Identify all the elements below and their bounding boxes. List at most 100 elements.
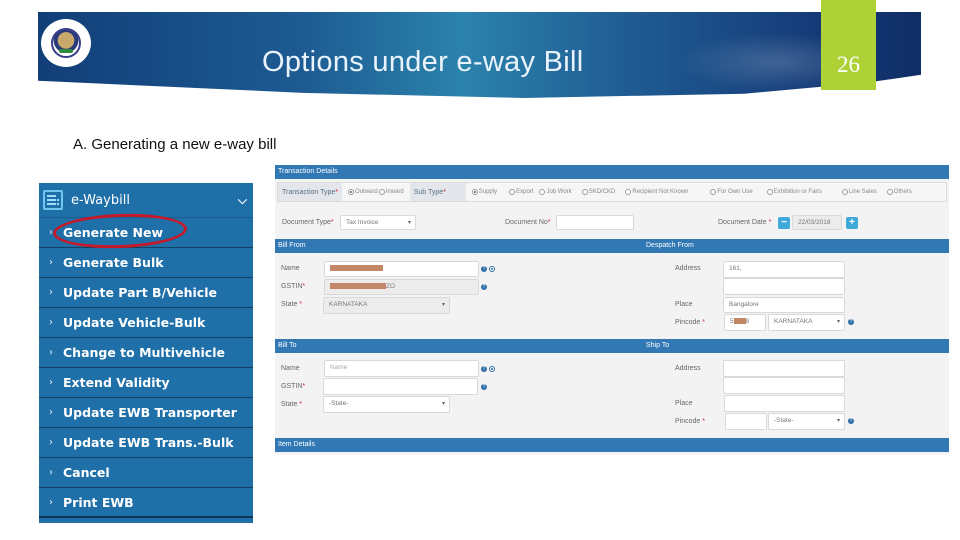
despatch-address-line1[interactable]: 161, <box>723 261 845 278</box>
help-icon[interactable]: ? <box>848 319 854 325</box>
sidebar-item-update-part-b[interactable]: › Update Part B/Vehicle <box>39 278 253 308</box>
ship-to-pincode-label: Pincode * <box>675 418 705 425</box>
radio-recipient-not-known[interactable]: Recipient Not Known <box>625 189 688 195</box>
radio-for-own-use[interactable]: For Own Use <box>710 189 753 195</box>
radio-outward[interactable]: Outward <box>348 189 378 195</box>
sidebar-item-label: Extend Validity <box>63 375 170 390</box>
sidebar-item-generate-bulk[interactable]: › Generate Bulk <box>39 248 253 278</box>
chevron-right-icon: › <box>49 287 53 298</box>
sidebar-item-update-vehicle-bulk[interactable]: › Update Vehicle-Bulk <box>39 308 253 338</box>
despatch-place-input[interactable]: Bangalore <box>723 297 845 313</box>
bill-from-gstin-label: GSTIN* <box>281 283 306 290</box>
bill-to-gstin-input[interactable] <box>323 378 478 395</box>
bill-from-name-input[interactable] <box>324 261 479 277</box>
bill-to-name-input[interactable]: Name <box>324 360 479 377</box>
sidebar-item-cancel[interactable]: › Cancel <box>39 458 253 488</box>
transaction-type-label: Transaction Type * <box>278 183 343 201</box>
despatch-pincode-input[interactable]: 58 <box>724 314 766 331</box>
chevron-right-icon: › <box>49 317 53 328</box>
bill-to-name-label: Name <box>281 365 300 372</box>
sidebar-item-extend-validity[interactable]: › Extend Validity <box>39 368 253 398</box>
view-icon[interactable] <box>489 366 495 372</box>
despatch-state-select[interactable]: KARNATAKA <box>768 314 845 331</box>
help-icon[interactable]: ? <box>848 418 854 424</box>
slide: Options under e-way Bill 26 A. Generatin… <box>0 0 960 540</box>
sidebar-item-label: Update Vehicle-Bulk <box>63 315 206 330</box>
ewaybill-form: Transaction Details Transaction Type * Ou… <box>275 165 949 455</box>
bill-from-gstin-input[interactable]: ZO <box>324 279 479 295</box>
radio-dot <box>378 189 385 195</box>
document-no-label: Document No* <box>505 219 551 226</box>
help-icon[interactable]: ? <box>481 366 487 372</box>
ship-to-place-label: Place <box>675 400 693 407</box>
chevron-down-icon[interactable]: ⌵ <box>238 193 247 208</box>
sidebar-item-label: Print EWB <box>63 494 134 510</box>
ship-to-state-select[interactable]: -State- <box>768 413 845 430</box>
despatch-address-label: Address <box>675 265 701 272</box>
page-number: 26 <box>837 52 860 77</box>
chevron-right-icon: › <box>49 437 53 448</box>
bill-to-gstin-label: GSTIN* <box>281 383 306 390</box>
radio-supply[interactable]: Supply <box>471 189 497 195</box>
help-icon[interactable]: ? <box>481 284 487 290</box>
bill-to-state-label: State * <box>281 401 303 408</box>
transaction-type-row: Transaction Type * Outward Inward Sub Typ… <box>277 182 947 202</box>
document-type-label: Document Type* <box>282 219 334 226</box>
chevron-right-icon: › <box>49 347 53 358</box>
sidebar-item-label: Change to Multivehicle <box>63 345 225 360</box>
sidebar-item-label: Generate Bulk <box>63 255 164 270</box>
radio-skd-ckd[interactable]: SKD/CKD <box>581 189 615 195</box>
help-icon[interactable]: ? <box>481 266 487 272</box>
radio-line-sales[interactable]: Line Sales <box>841 189 877 195</box>
ship-to-pincode-input[interactable] <box>725 413 767 430</box>
radio-dot <box>471 189 478 195</box>
document-no-input[interactable] <box>556 215 634 230</box>
chevron-right-icon: › <box>49 257 53 268</box>
radio-job-work[interactable]: Job Work <box>539 189 572 195</box>
radio-exhibition-fairs[interactable]: Exhibition or Fairs <box>766 189 822 195</box>
document-date-label: Document Date * <box>718 219 772 226</box>
redacted-value <box>330 283 386 290</box>
sidebar-item-update-ewb-trans-bulk[interactable]: › Update EWB Trans.-Bulk <box>39 428 253 458</box>
radio-inward[interactable]: Inward <box>378 189 404 195</box>
chevron-right-icon: › <box>49 377 53 388</box>
radio-others[interactable]: Others <box>886 189 912 195</box>
bill-from-state-select[interactable]: KARNATAKA <box>323 297 450 314</box>
redacted-value <box>330 265 383 272</box>
section-header-transaction-details: Transaction Details <box>275 165 949 179</box>
section-header-item-details: Item Details <box>275 438 949 452</box>
help-icon[interactable]: ? <box>481 384 487 390</box>
sub-type-label: Sub Type * <box>409 183 466 201</box>
radio-dot <box>841 189 848 195</box>
radio-export[interactable]: Export <box>509 189 533 195</box>
sidebar-item-label: Update EWB Trans.-Bulk <box>63 435 234 450</box>
bill-from-name-label: Name <box>281 265 300 272</box>
ship-to-address-line2[interactable] <box>723 377 845 394</box>
ship-to-place-input[interactable] <box>724 395 845 412</box>
date-decrement-button[interactable]: − <box>778 217 790 229</box>
radio-dot <box>581 189 588 195</box>
despatch-address-line2[interactable] <box>723 278 845 295</box>
radio-dot <box>710 189 717 195</box>
sidebar-item-update-ewb-transporter[interactable]: › Update EWB Transporter <box>39 398 253 428</box>
bill-to-state-select[interactable]: -State- <box>323 396 450 413</box>
chevron-right-icon: › <box>49 467 53 478</box>
radio-dot <box>509 189 516 195</box>
slide-title: Options under e-way Bill <box>262 46 584 78</box>
document-type-select[interactable]: Tax Invoice <box>340 215 416 230</box>
chevron-right-icon: › <box>49 496 53 508</box>
redacted-value <box>733 318 746 325</box>
sidebar-item-label: Cancel <box>63 465 110 480</box>
section-header-ship-to: Ship To <box>646 342 670 349</box>
bill-from-state-label: State * <box>281 301 303 308</box>
radio-dot <box>539 189 546 195</box>
document-date-input[interactable]: 22/03/2018 <box>792 215 842 230</box>
date-increment-button[interactable]: + <box>846 217 858 229</box>
view-icon[interactable] <box>489 266 495 272</box>
sidebar-item-print-ewb[interactable]: › Print EWB <box>39 488 253 518</box>
ship-to-address-line1[interactable] <box>723 360 845 377</box>
radio-dot <box>766 189 773 195</box>
radio-dot <box>348 189 355 195</box>
sidebar-item-change-multivehicle[interactable]: › Change to Multivehicle <box>39 338 253 368</box>
sidebar-header-ewaybill[interactable]: e-Waybill ⌵ <box>39 183 253 218</box>
